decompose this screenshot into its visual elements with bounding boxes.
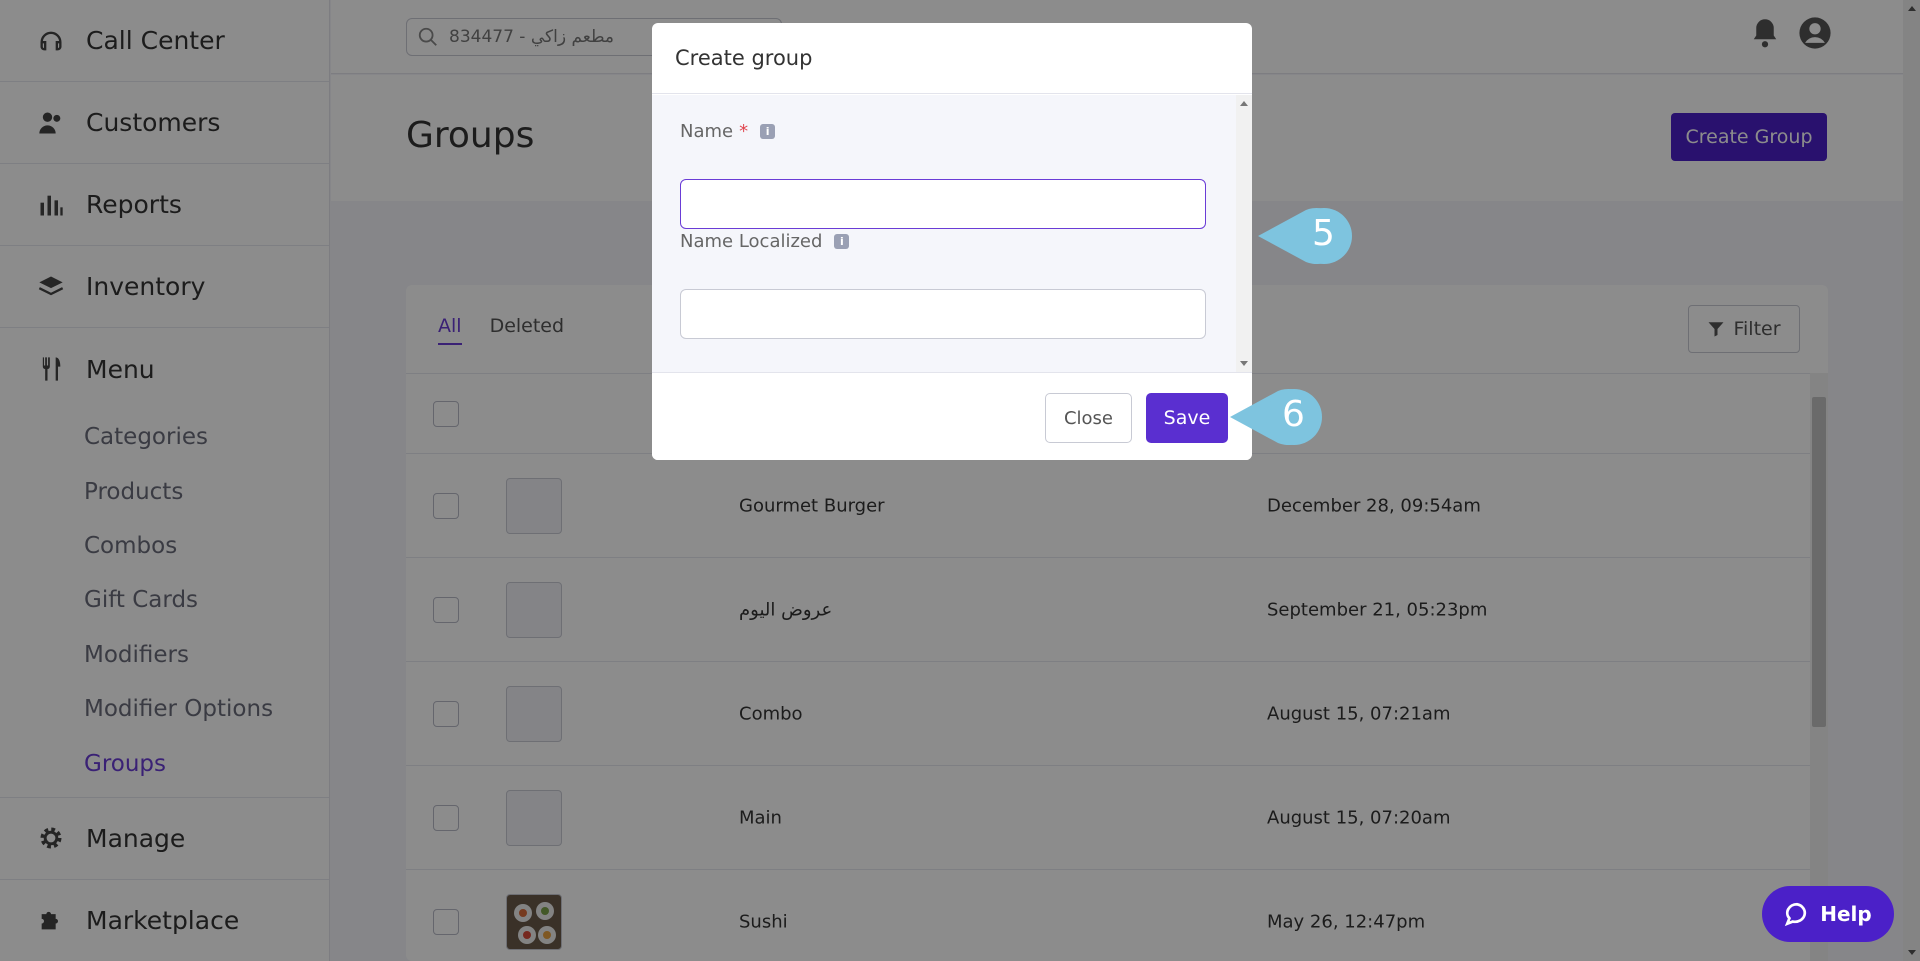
help-button[interactable]: Help (1762, 886, 1894, 942)
name-localized-label-text: Name Localized (680, 231, 823, 252)
modal-scrollbar[interactable] (1236, 95, 1252, 372)
name-label-text: Name (680, 121, 734, 142)
close-button[interactable]: Close (1045, 393, 1132, 443)
info-icon[interactable]: i (760, 124, 776, 139)
name-localized-field-label: Name Localized i (680, 231, 850, 252)
help-label: Help (1820, 902, 1872, 926)
scroll-down-arrow-icon[interactable] (1240, 361, 1248, 366)
name-field-label: Name * i (680, 121, 776, 142)
name-localized-input[interactable] (680, 289, 1206, 339)
chat-icon (1785, 902, 1807, 927)
name-input[interactable] (680, 179, 1206, 229)
step-callout-6: 6 (1230, 387, 1326, 447)
step-number: 5 (1312, 213, 1335, 254)
modal-body: Name * i Name Localized i (652, 95, 1252, 372)
modal-footer: Close Save (652, 372, 1252, 460)
create-group-modal: Create group Name * i Name Localized i C… (652, 23, 1252, 460)
save-button[interactable]: Save (1146, 393, 1228, 443)
step-number: 6 (1282, 394, 1305, 435)
modal-title: Create group (652, 23, 1252, 94)
scroll-up-arrow-icon[interactable] (1240, 101, 1248, 106)
required-mark: * (739, 121, 749, 142)
step-callout-5: 5 (1258, 206, 1354, 266)
info-icon[interactable]: i (834, 234, 850, 249)
